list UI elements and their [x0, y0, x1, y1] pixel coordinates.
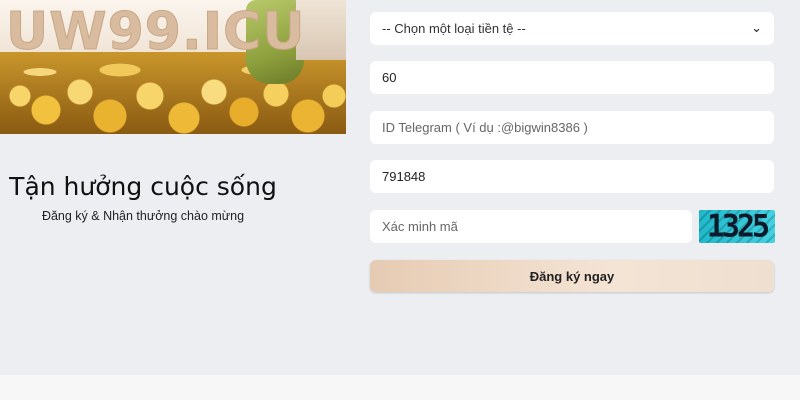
promo-banner: UW99.ICU [0, 0, 346, 134]
captcha-input[interactable] [370, 210, 692, 243]
footer-strip [0, 375, 800, 400]
chevron-down-icon: ⌄ [751, 21, 762, 36]
promo-headline: Tận hưởng cuộc sống [9, 172, 277, 201]
phone-field[interactable] [370, 160, 774, 193]
promo-subheadline: Đăng ký & Nhận thưởng chào mừng [41, 209, 245, 223]
captcha-image[interactable]: 1325 [699, 210, 775, 243]
brand-logo: UW99.ICU [5, 2, 306, 63]
amount-field[interactable] [370, 61, 774, 94]
telegram-id-field[interactable] [370, 111, 774, 144]
currency-select-value: -- Chọn một loại tiền tệ -- [382, 21, 526, 36]
captcha-code: 1325 [706, 210, 770, 243]
currency-select[interactable]: -- Chọn một loại tiền tệ -- ⌄ [370, 12, 774, 45]
register-button[interactable]: Đăng ký ngay [370, 260, 774, 292]
